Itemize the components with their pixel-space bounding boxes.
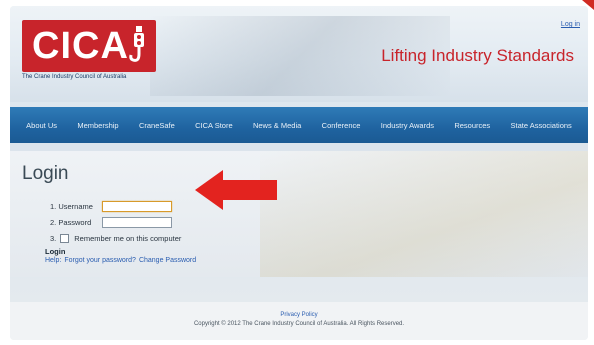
copyright-text: Copyright © 2012 The Crane Industry Coun… <box>193 321 405 327</box>
help-prefix: Help: <box>45 257 62 264</box>
page-title: Login <box>22 163 69 184</box>
username-input[interactable] <box>102 200 172 212</box>
nav-item-industry-awards[interactable]: Industry Awards <box>381 121 434 130</box>
forgot-password-link[interactable]: Forgot your password? <box>64 257 136 264</box>
password-input[interactable] <box>102 216 172 228</box>
nav-item-state-associations[interactable]: State Associations <box>511 121 572 130</box>
change-password-link[interactable]: Change Password <box>139 257 196 264</box>
username-label: 1. Username <box>50 201 93 211</box>
password-label: 2. Password <box>50 217 92 227</box>
site-footer: Privacy Policy Copyright © 2012 The Cran… <box>10 302 588 340</box>
remember-number: 3. <box>50 233 57 243</box>
nav-item-cica-store[interactable]: CICA Store <box>195 121 233 130</box>
logo-badge: CICA <box>22 20 156 72</box>
nav-item-resources[interactable]: Resources <box>454 121 490 130</box>
username-row: 1. Username <box>50 199 172 213</box>
cica-logo[interactable]: CICA The Crane Industry Council of Austr… <box>22 20 156 88</box>
privacy-policy-link[interactable]: Privacy Policy <box>10 312 588 318</box>
page-frame: CICA The Crane Industry Council of Austr… <box>10 6 588 340</box>
nav-item-cranesafe[interactable]: CraneSafe <box>139 121 175 130</box>
nav-item-membership[interactable]: Membership <box>77 121 118 130</box>
login-link[interactable]: Log in <box>561 21 580 28</box>
nav-item-about-us[interactable]: About Us <box>26 121 57 130</box>
remember-label: Remember me on this computer <box>74 233 182 243</box>
remember-row: 3. Remember me on this computer <box>50 231 181 245</box>
nav-item-conference[interactable]: Conference <box>322 121 361 130</box>
password-row: 2. Password <box>50 215 172 229</box>
logo-text: CICA <box>32 25 129 67</box>
crane-hook-icon <box>129 26 144 62</box>
background-photo <box>260 151 588 277</box>
logo-tagline: The Crane Industry Council of Australia <box>22 74 127 80</box>
remember-checkbox[interactable] <box>60 233 70 243</box>
site-header: CICA The Crane Industry Council of Austr… <box>10 6 588 102</box>
login-panel: Login 1. Username 2. Password 3. Remembe… <box>10 151 588 277</box>
nav-item-news-media[interactable]: News & Media <box>253 121 301 130</box>
site-tagline: Lifting Industry Standards <box>381 46 574 65</box>
main-navigation: About Us Membership CraneSafe CICA Store… <box>10 107 588 143</box>
corner-accent <box>582 0 594 10</box>
red-arrow-annotation <box>195 170 277 210</box>
help-links: Help: Forgot your password? Change Passwor… <box>45 257 199 264</box>
login-button[interactable]: Login <box>45 247 65 256</box>
